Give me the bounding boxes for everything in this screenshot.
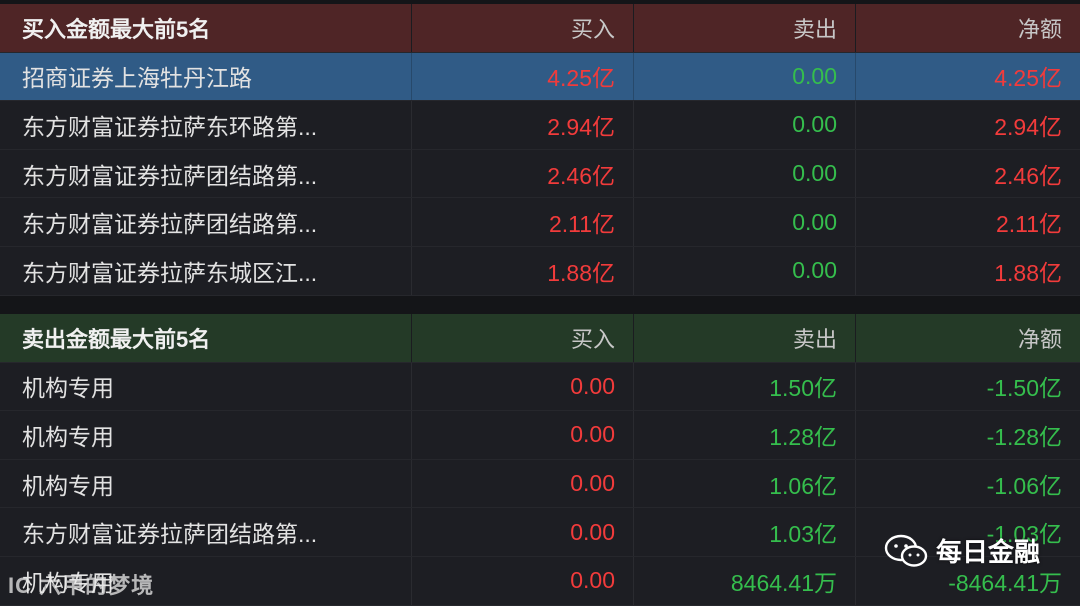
broker-name: 机构专用	[0, 411, 412, 459]
sell-amount: 0.00	[634, 101, 856, 149]
sell-amount: 1.28亿	[634, 411, 856, 459]
top-buyers-title: 买入金额最大前5名	[0, 4, 412, 52]
watermark-label: 每日金融	[935, 537, 1040, 567]
column-header-buy[interactable]: 买入	[412, 314, 634, 362]
buy-amount: 2.46亿	[412, 149, 634, 198]
buy-amount: 2.11亿	[412, 198, 634, 246]
column-header-sell[interactable]: 卖出	[634, 4, 856, 52]
net-amount: 4.25亿	[994, 65, 1062, 92]
watermark: 每日金融	[884, 532, 1040, 569]
table-row[interactable]: 招商证券上海牡丹江路 4.25亿 0.00 4.25亿	[0, 52, 1080, 102]
table-row[interactable]: 东方财富证券拉萨团结路第... 2.46亿 0.00 2.46亿	[0, 149, 1080, 199]
section-divider	[0, 296, 1080, 314]
buy-amount: 0.00	[412, 459, 634, 508]
sell-amount: 1.50亿	[634, 362, 856, 411]
buy-amount: 2.94亿	[412, 101, 634, 149]
broker-name: 机构专用	[0, 362, 412, 411]
broker-name: 东方财富证券拉萨东城区江...	[0, 246, 412, 295]
wechat-icon	[884, 534, 928, 567]
net-amount: 1.88亿	[994, 259, 1062, 286]
sell-amount: 0.00	[634, 149, 856, 198]
watermark-left: IC 六甲的梦境	[8, 573, 155, 598]
table-row[interactable]: 东方财富证券拉萨东城区江... 1.88亿 0.00 1.88亿	[0, 246, 1080, 296]
buy-amount: 4.25亿	[412, 52, 634, 101]
table-row[interactable]: 东方财富证券拉萨东环路第... 2.94亿 0.00 2.94亿	[0, 101, 1080, 150]
net-amount: 2.94亿	[994, 113, 1062, 140]
sell-amount: 0.00	[634, 198, 856, 246]
table-row[interactable]: 机构专用 0.00 1.06亿 -1.06亿	[0, 459, 1080, 509]
sell-amount: 1.06亿	[634, 459, 856, 508]
buy-amount: 0.00	[412, 556, 634, 605]
top-sellers-title: 卖出金额最大前5名	[0, 314, 412, 362]
sell-amount: 0.00	[634, 52, 856, 101]
table-row[interactable]: 机构专用 0.00 1.50亿 -1.50亿	[0, 362, 1080, 412]
table-row[interactable]: 机构专用 0.00 1.28亿 -1.28亿	[0, 411, 1080, 460]
broker-name: 招商证券上海牡丹江路	[0, 52, 412, 101]
net-amount: 2.46亿	[994, 162, 1062, 189]
column-header-sell[interactable]: 卖出	[634, 314, 856, 362]
top-sellers-header: 卖出金额最大前5名 买入 卖出 净额	[0, 314, 1080, 363]
column-header-buy[interactable]: 买入	[412, 4, 634, 52]
sell-amount: 1.03亿	[634, 508, 856, 556]
sell-amount: 0.00	[634, 246, 856, 295]
net-amount: -1.50亿	[986, 375, 1062, 402]
buy-amount: 0.00	[412, 362, 634, 411]
table-row[interactable]: 东方财富证券拉萨团结路第... 2.11亿 0.00 2.11亿	[0, 198, 1080, 247]
net-amount: -1.06亿	[986, 472, 1062, 499]
broker-name: 东方财富证券拉萨团结路第...	[0, 149, 412, 198]
broker-name: 东方财富证券拉萨东环路第...	[0, 101, 412, 149]
broker-name: 东方财富证券拉萨团结路第...	[0, 198, 412, 246]
column-header-net[interactable]: 净额	[856, 4, 1080, 52]
broker-name: 东方财富证券拉萨团结路第...	[0, 508, 412, 556]
top-buyers-header: 买入金额最大前5名 买入 卖出 净额	[0, 4, 1080, 53]
broker-name: 机构专用	[0, 459, 412, 508]
buy-amount: 0.00	[412, 411, 634, 459]
buy-amount: 0.00	[412, 508, 634, 556]
net-amount: -1.28亿	[986, 423, 1062, 450]
buy-amount: 1.88亿	[412, 246, 634, 295]
net-amount: 2.11亿	[995, 211, 1062, 238]
sell-amount: 8464.41万	[634, 556, 856, 605]
top-buyers-table: 买入金额最大前5名 买入 卖出 净额 招商证券上海牡丹江路 4.25亿 0.00…	[0, 4, 1080, 296]
column-header-net[interactable]: 净额	[856, 314, 1080, 362]
